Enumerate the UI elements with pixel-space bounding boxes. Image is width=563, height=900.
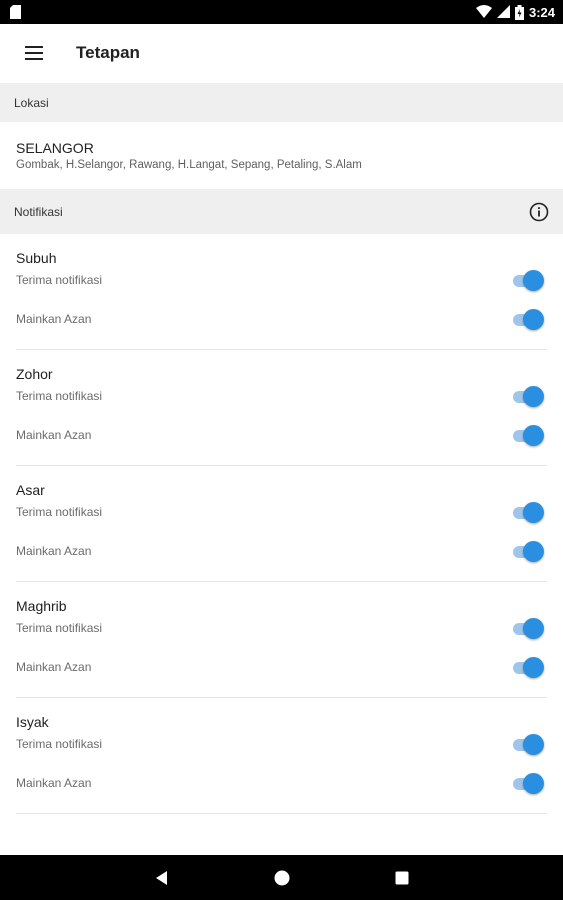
prayer-block-maghrib: Maghrib Terima notifikasi Mainkan Azan [0,582,563,698]
back-icon[interactable] [151,867,173,889]
divider [16,813,547,814]
notify-row[interactable]: Terima notifikasi [0,499,563,529]
system-nav-bar [0,855,563,900]
notify-label: Terima notifikasi [16,621,103,635]
prayer-block-subuh: Subuh Terima notifikasi Mainkan Azan [0,234,563,350]
prayer-block-isyak: Isyak Terima notifikasi Mainkan Azan [0,698,563,814]
location-header-label: Lokasi [14,95,49,110]
azan-label: Mainkan Azan [16,428,92,442]
sim-card-icon [10,5,21,19]
prayer-name: Maghrib [16,598,67,614]
notify-toggle[interactable] [513,502,545,524]
info-icon[interactable] [529,202,549,222]
azan-row[interactable]: Mainkan Azan [0,654,563,684]
azan-row[interactable]: Mainkan Azan [0,770,563,800]
prayer-name: Asar [16,482,45,498]
notify-row[interactable]: Terima notifikasi [0,731,563,761]
azan-row[interactable]: Mainkan Azan [0,422,563,452]
azan-label: Mainkan Azan [16,776,92,790]
prayer-block-zohor: Zohor Terima notifikasi Mainkan Azan [0,350,563,466]
location-state: SELANGOR [16,140,94,156]
notify-toggle[interactable] [513,734,545,756]
notify-label: Terima notifikasi [16,505,103,519]
prayer-name: Subuh [16,250,57,266]
notify-label: Terima notifikasi [16,389,103,403]
location-selector[interactable]: SELANGOR Gombak, H.Selangor, Rawang, H.L… [0,122,563,189]
page-title: Tetapan [76,43,140,62]
prayer-name: Zohor [16,366,53,382]
menu-button[interactable] [0,24,68,82]
azan-toggle[interactable] [513,425,545,447]
status-time: 3:24 [528,4,555,20]
azan-label: Mainkan Azan [16,660,92,674]
azan-toggle[interactable] [513,773,545,795]
notify-toggle[interactable] [513,270,545,292]
notify-label: Terima notifikasi [16,273,103,287]
status-bar: 3:24 [0,0,563,24]
notify-row[interactable]: Terima notifikasi [0,615,563,645]
azan-toggle[interactable] [513,541,545,563]
notification-section-header: Notifikasi [0,189,563,234]
notify-row[interactable]: Terima notifikasi [0,383,563,413]
prayer-name: Isyak [16,714,49,730]
notify-label: Terima notifikasi [16,737,103,751]
hamburger-menu-icon [25,46,43,60]
azan-label: Mainkan Azan [16,312,92,326]
notify-toggle[interactable] [513,386,545,408]
notify-row[interactable]: Terima notifikasi [0,267,563,297]
wifi-icon [475,5,492,18]
location-section-header: Lokasi [0,83,563,122]
azan-label: Mainkan Azan [16,544,92,558]
azan-row[interactable]: Mainkan Azan [0,538,563,568]
battery-icon [514,4,524,20]
home-icon[interactable] [271,867,293,889]
prayer-block-asar: Asar Terima notifikasi Mainkan Azan [0,466,563,582]
notification-header-label: Notifikasi [14,204,63,219]
notify-toggle[interactable] [513,618,545,640]
recents-icon[interactable] [391,867,413,889]
app-bar: Tetapan [0,24,563,82]
azan-toggle[interactable] [513,309,545,331]
location-districts: Gombak, H.Selangor, Rawang, H.Langat, Se… [16,159,362,171]
signal-icon [496,5,510,18]
azan-toggle[interactable] [513,657,545,679]
status-icons: 3:24 [475,3,555,21]
azan-row[interactable]: Mainkan Azan [0,306,563,336]
